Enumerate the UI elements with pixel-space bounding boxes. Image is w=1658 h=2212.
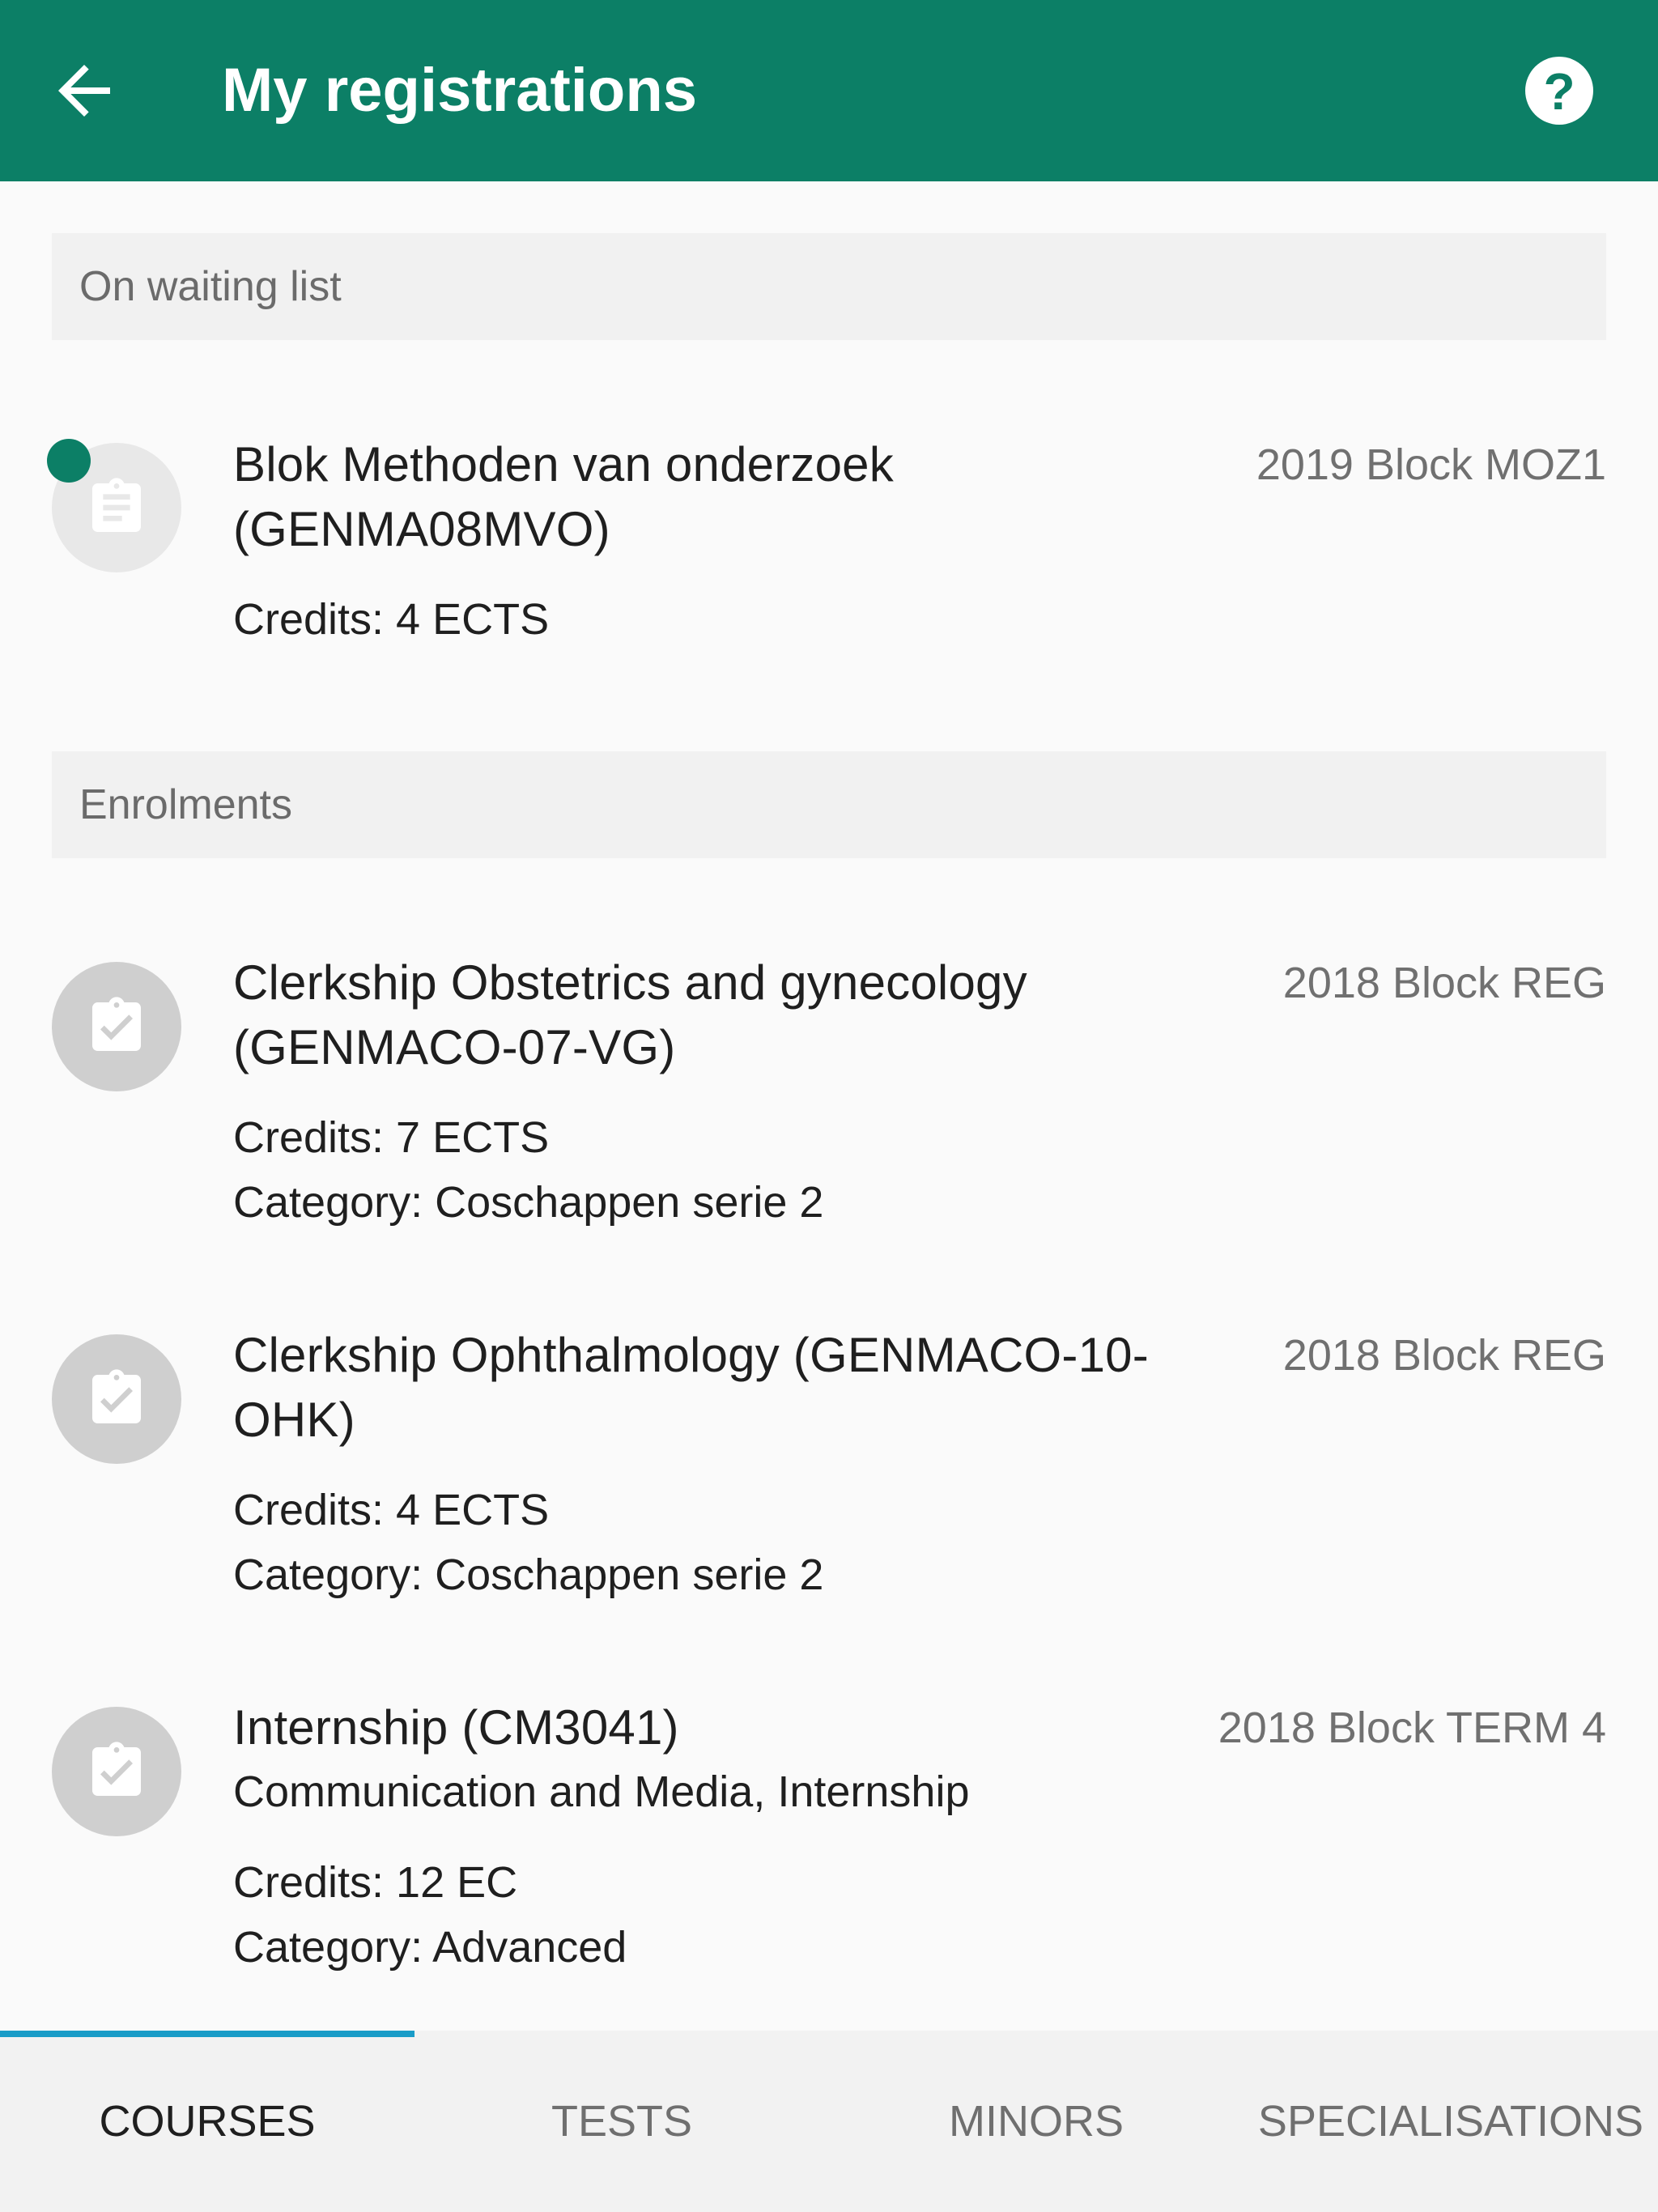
list-item[interactable]: Blok Methoden van onderzoek (GENMA08MVO)… (0, 421, 1658, 680)
tab-specialisations[interactable]: SPECIALISATIONS (1244, 2031, 1658, 2212)
course-period: 2018 Block TERM 4 (1218, 1704, 1606, 1752)
course-category: Category: Coschappen serie 2 (233, 1551, 824, 1599)
course-avatar (52, 1334, 181, 1464)
app-bar: My registrations ? (0, 0, 1658, 181)
list-item[interactable]: Clerkship Ophthalmology (GENMACO-10- OHK… (0, 1312, 1658, 1636)
course-credits: Credits: 7 ECTS (233, 1113, 550, 1162)
page-title: My registrations (222, 56, 698, 125)
course-title: Internship (CM3041) (233, 1700, 679, 1755)
section-header-waiting-list: On waiting list (52, 233, 1606, 340)
clipboard-check-icon (92, 1742, 141, 1796)
course-period: 2018 Block REG (1282, 959, 1606, 1007)
list-item[interactable]: Internship (CM3041) Communication and Me… (0, 1684, 1658, 2024)
course-category: Category: Advanced (233, 1923, 627, 1972)
course-period: 2019 Block MOZ1 (1256, 440, 1606, 489)
clipboard-check-icon (92, 1369, 141, 1423)
course-subtitle: Communication and Media, Internship (233, 1767, 970, 1816)
list-item[interactable]: Clerkship Obstetrics and gynecology (GEN… (0, 939, 1658, 1263)
tab-bar: COURSES TESTS MINORS SPECIALISATIONS (0, 2031, 1658, 2212)
tab-courses[interactable]: COURSES (0, 2031, 414, 2212)
arrow-left-icon (58, 65, 110, 117)
course-credits: Credits: 12 EC (233, 1858, 518, 1907)
unread-indicator (47, 439, 91, 483)
course-avatar (52, 962, 181, 1091)
course-code: (GENMA08MVO) (233, 502, 610, 556)
tab-tests[interactable]: TESTS (414, 2031, 829, 2212)
section-label: Enrolments (79, 781, 292, 828)
course-avatar (52, 1707, 181, 1836)
help-circle-icon: ? (1543, 62, 1575, 121)
course-title: Clerkship Obstetrics and gynecology (233, 955, 1027, 1010)
course-title: Blok Methoden van onderzoek (233, 437, 894, 491)
course-code: OHK) (233, 1393, 355, 1447)
course-title: Clerkship Ophthalmology (GENMACO-10- (233, 1328, 1149, 1382)
section-header-enrolments: Enrolments (52, 751, 1606, 858)
course-credits: Credits: 4 ECTS (233, 595, 550, 644)
back-button[interactable] (45, 52, 123, 130)
clipboard-list-icon (92, 478, 141, 532)
course-credits: Credits: 4 ECTS (233, 1486, 550, 1534)
tab-minors[interactable]: MINORS (829, 2031, 1244, 2212)
course-category: Category: Coschappen serie 2 (233, 1178, 824, 1227)
clipboard-check-icon (92, 997, 141, 1051)
course-period: 2018 Block REG (1282, 1331, 1606, 1380)
section-label: On waiting list (79, 263, 342, 310)
course-code: (GENMACO-07-VG) (233, 1020, 676, 1074)
help-button[interactable]: ? (1525, 57, 1593, 125)
